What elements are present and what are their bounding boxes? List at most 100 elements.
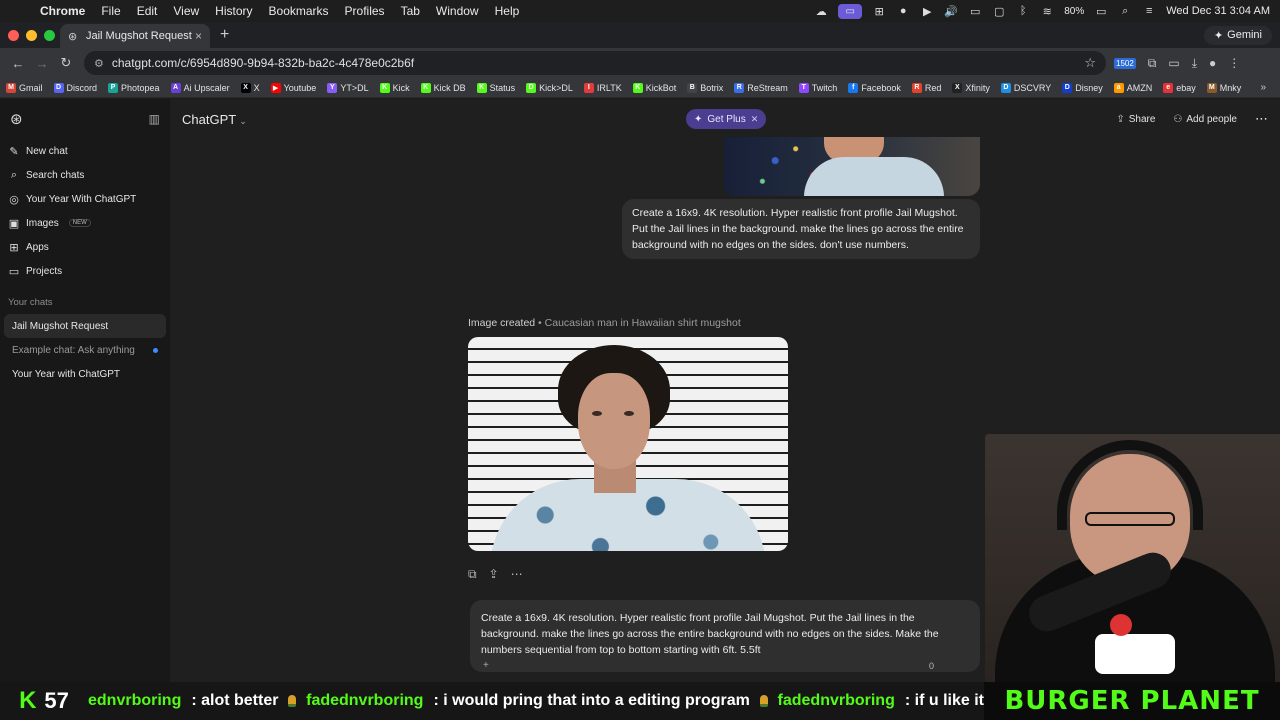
menu-edit[interactable]: Edit (129, 4, 166, 18)
chatgpt-logo-icon[interactable]: ⊛ (10, 110, 23, 128)
hawaiian-shirt (804, 157, 944, 196)
back-arrow-icon[interactable]: ← (6, 56, 30, 71)
close-window-button[interactable] (8, 29, 19, 41)
bookmark-star-icon[interactable]: ☆ (1084, 55, 1096, 71)
close-tab-icon[interactable]: × (195, 29, 202, 43)
bookmark-twitch[interactable]: T Twitch (798, 82, 837, 93)
bookmark-irltk[interactable]: I IRLTK (583, 82, 622, 93)
bookmark-discord[interactable]: D Discord (53, 82, 97, 93)
menu-history[interactable]: History (207, 4, 260, 18)
menu-profiles[interactable]: Profiles (337, 4, 393, 18)
tab-jail-mugshot-request[interactable]: ⊛ Jail Mugshot Request × (60, 24, 210, 48)
play-icon[interactable]: ▶ (920, 5, 934, 18)
bookmark-label: Status (489, 82, 516, 93)
bookmarks-overflow-icon[interactable]: » (1260, 82, 1266, 93)
previous-uploaded-image[interactable] (724, 137, 980, 196)
sidebar-item-new-chat[interactable]: ✎ New chat (0, 139, 170, 163)
model-selector[interactable]: ChatGPT ⌄ (182, 112, 247, 127)
bookmark-facebook[interactable]: f Facebook (848, 82, 901, 93)
bookmark-amzn[interactable]: a AMZN (1113, 82, 1152, 93)
bookmark-kickbot[interactable]: K KickBot (632, 82, 676, 93)
cloud-icon[interactable]: ☁ (814, 5, 828, 18)
bookmark-ai-upscaler[interactable]: A Ai Upscaler (170, 82, 230, 93)
volume-icon[interactable]: 🔊 (944, 5, 958, 18)
bookmark-kick-db[interactable]: K Kick DB (420, 82, 466, 93)
add-people-button[interactable]: ⚇ Add people (1173, 114, 1237, 125)
search-icon[interactable]: ⌕ (1118, 5, 1132, 17)
bookmark-dscvry[interactable]: D DSCVRY (1000, 82, 1051, 93)
bookmark-label: X (253, 82, 260, 93)
menu-tab[interactable]: Tab (393, 4, 428, 18)
menu-app-name[interactable]: Chrome (32, 4, 93, 18)
menu-clock[interactable]: Wed Dec 31 3:04 AM (1166, 5, 1270, 17)
url-text[interactable]: chatgpt.com/c/6954d890-9b94-832b-ba2c-4c… (112, 56, 1084, 70)
image-created-caption: Image created • Caucasian man in Hawaiia… (468, 317, 741, 329)
bookmark-botrix[interactable]: B Botrix (687, 82, 723, 93)
circle-icon[interactable]: ● (896, 5, 910, 17)
gemini-button[interactable]: ✦ Gemini (1203, 25, 1272, 45)
cast-icon[interactable]: ▭ (1168, 56, 1179, 70)
reload-icon[interactable]: ↻ (54, 55, 78, 71)
display-icon[interactable]: ▭ (968, 5, 982, 18)
extensions-puzzle-icon[interactable]: ⧉ (1148, 56, 1157, 71)
profile-avatar-icon[interactable]: ● (1209, 56, 1216, 70)
bookmark-xfinity[interactable]: X Xfinity (952, 82, 990, 93)
bookmark-gmail[interactable]: M Gmail (6, 82, 43, 93)
battery-icon[interactable]: ▭ (1094, 5, 1108, 18)
wifi-icon[interactable]: ≋ (1040, 5, 1054, 18)
download-icon[interactable]: ⤓ (1192, 56, 1197, 71)
bookmark-yt-dl[interactable]: Y YT>DL (327, 82, 369, 93)
control-center-icon[interactable]: ≡ (1142, 5, 1156, 17)
bookmark-mnky[interactable]: M Mnky (1206, 82, 1241, 93)
plus-icon[interactable]: + (483, 658, 489, 674)
get-plus-label: Get Plus (707, 113, 746, 125)
close-icon[interactable]: ✕ (751, 114, 759, 125)
menu-window[interactable]: Window (428, 4, 487, 18)
menu-view[interactable]: View (165, 4, 207, 18)
chrome-menu-icon[interactable]: ⋮ (1228, 56, 1240, 70)
menu-bookmarks[interactable]: Bookmarks (261, 4, 337, 18)
chat-item-example[interactable]: Example chat: Ask anything (4, 338, 166, 362)
copy-icon[interactable]: ⧉ (468, 567, 477, 582)
sidebar-item-search-chats[interactable]: ⌕ Search chats (0, 163, 170, 187)
generated-mugshot-image[interactable] (468, 337, 788, 551)
share-button[interactable]: ⇪ Share (1116, 114, 1155, 125)
bookmark-x[interactable]: XX (240, 82, 260, 93)
bookmark-photopea[interactable]: P Photopea (108, 82, 160, 93)
bookmark-ebay[interactable]: e ebay (1163, 82, 1196, 93)
get-plus-button[interactable]: ✦ Get Plus ✕ (686, 109, 767, 129)
menu-help[interactable]: Help (487, 4, 528, 18)
bookmark-red[interactable]: R Red (911, 82, 941, 93)
monitor-icon[interactable]: ▢ (992, 5, 1006, 18)
grid-icon[interactable]: ⊞ (872, 5, 886, 18)
forward-arrow-icon[interactable]: → (30, 56, 54, 71)
bookmark-status[interactable]: K Status (476, 82, 516, 93)
address-bar[interactable]: ⚙ chatgpt.com/c/6954d890-9b94-832b-ba2c-… (84, 51, 1106, 75)
bookmark-youtube[interactable]: ▶ Youtube (270, 82, 316, 93)
bookmark-favicon-icon: ▶ (270, 82, 281, 93)
screen-mirror-icon[interactable]: ▭ (838, 3, 863, 19)
share-icon[interactable]: ⇪ (489, 567, 499, 582)
minimize-window-button[interactable] (26, 29, 37, 41)
bookmark-disney[interactable]: D Disney (1062, 82, 1103, 93)
new-badge: NEW (68, 219, 91, 227)
menu-file[interactable]: File (93, 4, 128, 18)
bookmark-restream[interactable]: R ReStream (734, 82, 788, 93)
bluetooth-icon[interactable]: ᛒ (1016, 5, 1030, 17)
sidebar-item-images[interactable]: ▣ Images NEW (0, 211, 170, 235)
bookmark-favicon-icon: X (240, 82, 251, 93)
sidebar-item-your-year[interactable]: ◎ Your Year With ChatGPT (0, 187, 170, 211)
sidebar-item-apps[interactable]: ⊞ Apps (0, 235, 170, 259)
bookmark-kick-dl[interactable]: D Kick>DL (526, 82, 573, 93)
more-options-icon[interactable]: ⋯ (511, 567, 523, 582)
sidebar-item-projects[interactable]: ▭ Projects (0, 259, 170, 283)
chat-item-your-year[interactable]: Your Year with ChatGPT (4, 362, 166, 386)
extension-badge[interactable]: 1502 (1114, 57, 1136, 69)
new-tab-icon[interactable]: + (220, 26, 229, 44)
chat-item-jail-mugshot[interactable]: Jail Mugshot Request (4, 314, 166, 338)
sidebar-toggle-icon[interactable]: ▥ (149, 112, 160, 126)
bookmark-kick[interactable]: K Kick (379, 82, 410, 93)
more-options-icon[interactable]: ⋯ (1255, 111, 1268, 127)
site-settings-icon[interactable]: ⚙ (94, 57, 104, 70)
zoom-window-button[interactable] (44, 29, 55, 41)
